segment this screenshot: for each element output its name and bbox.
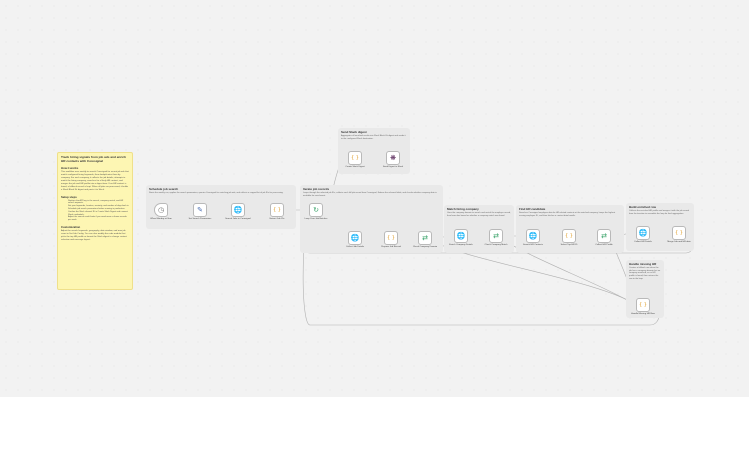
node-enrich-company[interactable]: 🌐: [454, 229, 468, 243]
node-label: When Monday at 8am: [150, 218, 172, 220]
node-label: Search Jobs in Coresignal: [225, 218, 251, 220]
clock-icon: ◷: [157, 205, 165, 214]
node-search-hr-contacts[interactable]: 🌐: [526, 229, 540, 243]
code-icon: { }: [565, 232, 573, 239]
node-label: Select Top HR ID: [560, 244, 578, 246]
node-merge-job-hr[interactable]: { }: [672, 226, 686, 240]
group-description: Collects the enriched HR profile and mer…: [629, 210, 689, 215]
node-label: Handle Missing HR Row: [631, 313, 655, 315]
group-title: Schedule job search: [149, 187, 179, 191]
branch-icon: ⇄: [493, 231, 499, 240]
node-set-search-parameters[interactable]: ✎: [193, 203, 207, 217]
node-label: Send Digest to Slack: [382, 166, 404, 168]
node-handle-missing-hr[interactable]: { }: [636, 298, 650, 312]
node-label: Enrich Company Details: [449, 244, 473, 246]
sticky-title: Track hiring signals from job ads and en…: [61, 155, 126, 163]
sticky-custom-text: Adjust the search keywords, geography, d…: [61, 229, 127, 241]
node-label: Set Search Parameters: [188, 218, 212, 220]
code-icon: { }: [675, 229, 683, 236]
node-label: Collect HR Profile: [595, 244, 613, 246]
node-label: Prepare Job Record: [381, 246, 401, 248]
sticky-how-text: This workflow runs weekly to search Core…: [61, 171, 129, 191]
node-schedule-trigger[interactable]: ◷: [154, 203, 168, 217]
group-description: Loops through the selected job IDs, coll…: [303, 192, 437, 197]
group-title: Build enriched row: [629, 205, 657, 209]
node-label: Extract Job IDs: [269, 218, 285, 220]
group-title: Send Slack digest: [341, 130, 367, 134]
group-title: Match hiring company: [447, 207, 479, 211]
group-title: Find HR candidate: [519, 207, 546, 211]
node-collect-job-details[interactable]: 🌐: [348, 231, 362, 245]
node-check-company-match[interactable]: ⇄: [489, 229, 503, 243]
group-description: Aggregates all enriched results into Sla…: [341, 135, 406, 140]
node-label: Search HR Contacts: [523, 244, 543, 246]
globe-icon: 🌐: [233, 205, 243, 214]
node-send-digest-slack[interactable]: ❋: [386, 151, 400, 165]
globe-icon: 🌐: [638, 228, 648, 237]
code-icon: { }: [639, 301, 647, 308]
node-prepare-job-record[interactable]: { }: [384, 231, 398, 245]
workflow-canvas[interactable]: Track hiring signals from job ads and en…: [0, 0, 749, 397]
group-title: Iterate job records: [303, 187, 330, 191]
group-description: Uses the company domain to search and ma…: [447, 212, 511, 217]
group-description: Starts the weekly run, applies the searc…: [149, 192, 284, 194]
sticky-setup-heading: Setup steps: [61, 194, 77, 199]
slack-icon: ❋: [390, 153, 396, 162]
node-loop-over-batches[interactable]: ↻: [309, 203, 323, 217]
setup-step: Set your keywords, location, seniority, …: [68, 205, 129, 211]
globe-icon: 🌐: [528, 231, 538, 240]
node-search-jobs[interactable]: 🌐: [231, 203, 245, 217]
globe-icon: 🌐: [350, 233, 360, 242]
node-label: Loop Over Job Batches: [304, 218, 328, 220]
group-title: Handle missing HR: [629, 262, 657, 266]
pencil-icon: ✎: [197, 205, 203, 214]
branch-icon: ⇄: [601, 231, 607, 240]
node-label: Create Slack Digest: [345, 166, 365, 168]
node-check-company-domain[interactable]: ⇄: [418, 231, 432, 245]
sticky-note-overview[interactable]: Track hiring signals from job ads and en…: [57, 152, 133, 290]
node-create-slack-digest[interactable]: { }: [348, 151, 362, 165]
node-collect-hr-profile[interactable]: ⇄: [597, 229, 611, 243]
node-label: Check Company Domain: [412, 246, 438, 248]
node-collect-hr-details[interactable]: 🌐: [636, 226, 650, 240]
globe-icon: 🌐: [456, 231, 466, 240]
code-icon: { }: [351, 154, 359, 161]
group-description: Creates a fallback row when the job has …: [629, 267, 661, 280]
group-description: Searches Coresignal employee data for HR…: [519, 212, 616, 217]
node-select-top-hr[interactable]: { }: [562, 229, 576, 243]
sticky-how-heading: How it works: [61, 166, 79, 171]
node-extract-job-ids[interactable]: { }: [270, 203, 284, 217]
node-label: Merge Job and HR data: [667, 241, 691, 243]
sticky-custom-heading: Customization: [61, 224, 81, 229]
sticky-setup-list: Replace the API key in the search, compa…: [61, 200, 129, 222]
setup-step: Adjust the search result limits if you n…: [68, 216, 129, 222]
node-label: Collect HR Details: [634, 241, 652, 243]
node-label: Collect Job Details: [345, 246, 365, 248]
code-icon: { }: [273, 206, 281, 213]
node-label: Check Company Match: [484, 244, 508, 246]
code-icon: { }: [387, 234, 395, 241]
loop-icon: ↻: [313, 205, 319, 214]
branch-icon: ⇄: [422, 233, 428, 242]
